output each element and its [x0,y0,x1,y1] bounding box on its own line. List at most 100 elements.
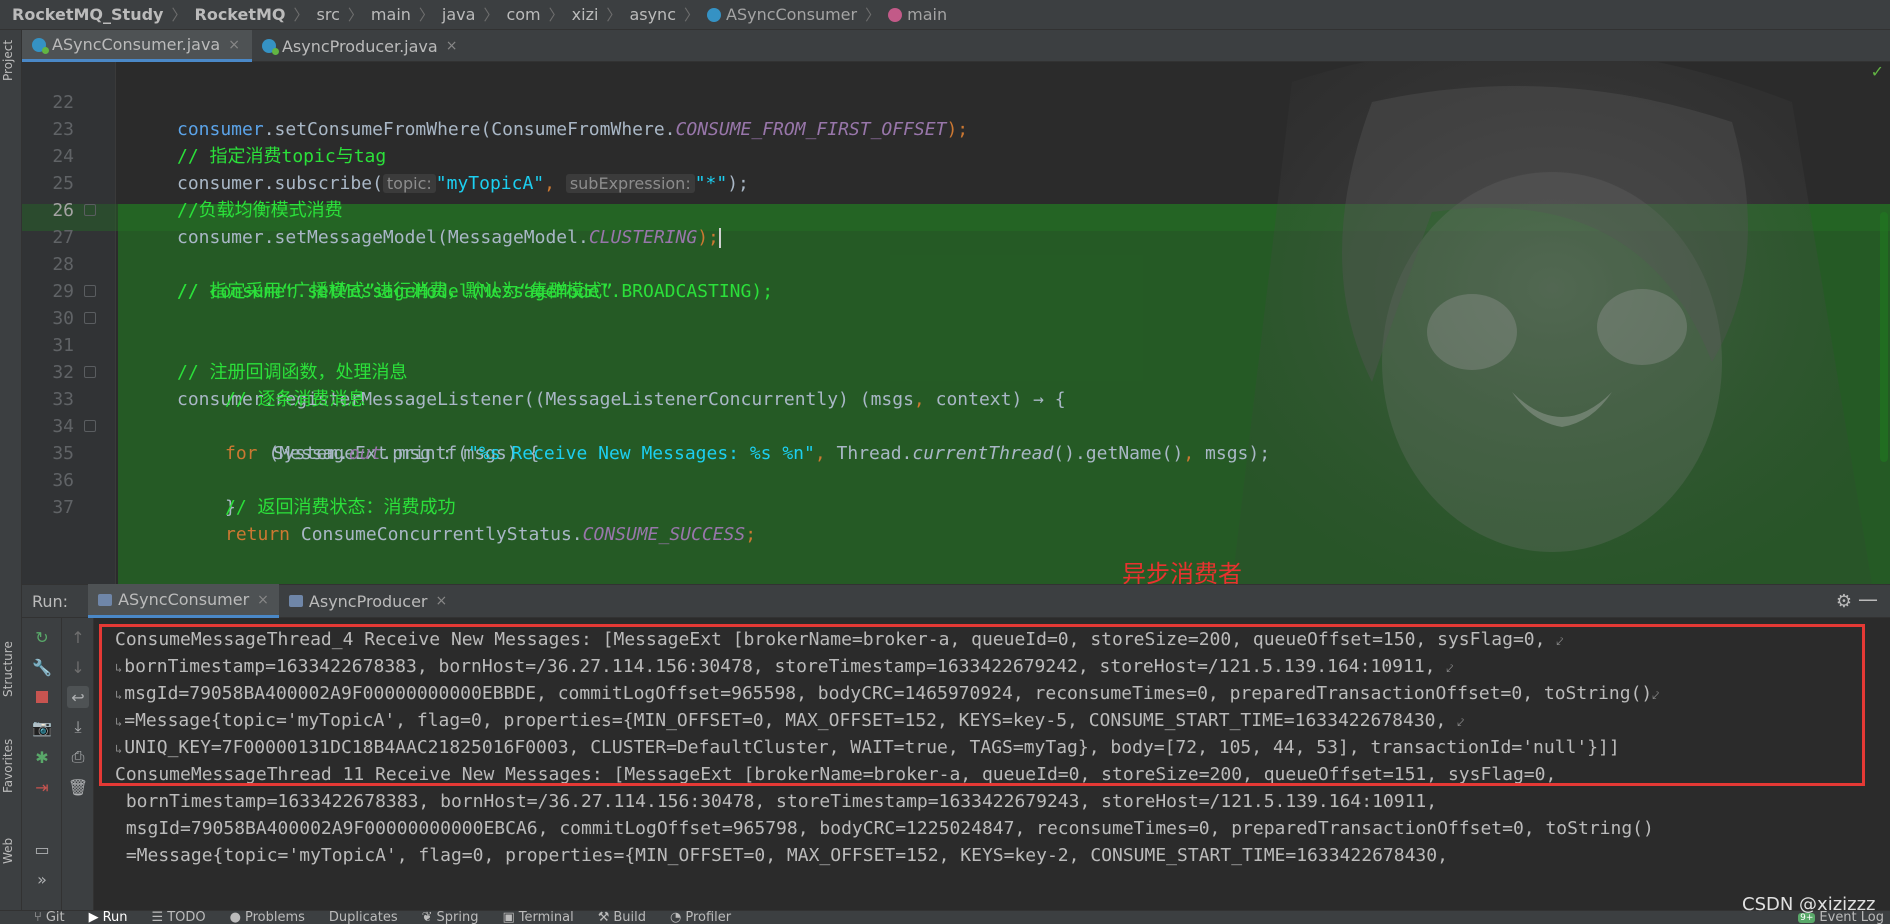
web-tool-tab[interactable]: Web [1,834,21,868]
fold-marker-icon[interactable] [84,420,96,432]
close-icon[interactable]: × [257,592,269,608]
breadcrumb-path-async[interactable]: async [629,5,676,24]
fold-marker-icon[interactable] [84,312,96,324]
run-tab-asyncconsumer[interactable]: ASyncConsumer × [88,584,279,618]
tool-label: Profiler [685,910,732,924]
arrow-down-icon[interactable]: ↓ [67,656,89,678]
code-editor[interactable]: ✓ 22 consumer.setConsumeFromWhere(Consum… [22,62,1890,584]
list-icon: ☰ [151,910,164,924]
code-line: 23 // 指定消费topic与tag [22,89,1890,167]
soft-wrap-icon[interactable]: ↩ [67,686,89,708]
breadcrumb-method[interactable]: main [888,5,947,24]
class-icon [707,7,721,22]
tool-spring[interactable]: ❦ Spring [422,911,479,924]
project-tool-tab[interactable]: Project [1,34,21,86]
tool-terminal[interactable]: ▣ Terminal [502,911,573,924]
tab-label: AsyncProducer.java [281,36,438,56]
code-line: 31 consumer.registerMessageListener((Mes… [22,305,1890,410]
run-panel-header: Run: ASyncConsumer × AsyncProducer × ⚙ — [22,584,1890,618]
tool-problems[interactable]: ● Problems [230,911,305,924]
code-line: 36 // 返回消费状态：消费成功 [22,440,1890,518]
run-config-icon [98,593,113,606]
tool-todo[interactable]: ☰ TODO [152,911,206,924]
breadcrumb-project[interactable]: RocketMQ_Study [12,5,163,24]
favorites-tool-tab[interactable]: Favorites [1,730,21,802]
camera-icon[interactable]: 📷 [31,716,53,738]
gear-icon[interactable]: ⚙ [1836,591,1852,612]
debug-icon[interactable]: ✱ [31,746,53,768]
tool-profiler[interactable]: ◔ Profiler [670,911,731,924]
code-token: ; [745,524,757,545]
fold-marker-icon[interactable] [84,285,96,297]
code-token: ConsumeConcurrentlyStatus. [290,524,583,545]
chevron-right-icon: 〉 [347,6,363,24]
editor-tab-bar: ASyncConsumer.java × AsyncProducer.java … [22,30,1890,62]
breadcrumb-path-java[interactable]: java [442,5,476,24]
method-icon [888,7,903,22]
code-line: 27 // 指定采用“广播模式”进行消费，默认为“集群模式” [22,197,1890,302]
run-label: Run: [32,591,69,611]
tool-git[interactable]: ⑂ Git [34,911,65,924]
tool-label: Spring [436,910,479,924]
run-config-icon [288,595,303,607]
fold-marker-icon[interactable] [84,366,96,378]
code-line: 35 } [22,413,1890,518]
breadcrumb-path-src[interactable]: src [317,5,340,24]
scroll-to-end-icon[interactable]: ⤓ [67,716,89,738]
tool-label: TODO [167,910,206,924]
more-icon[interactable]: » [31,868,53,890]
run-toolbar-secondary: ↑ ↓ ↩ ⤓ ⎙ 🗑 [62,618,94,910]
chevron-right-icon: 〉 [293,6,309,24]
left-tool-stripe: Project Structure Favorites Web [0,30,22,910]
close-icon[interactable]: × [436,593,448,609]
code-line: 32 // 逐条消费消息 [22,332,1890,410]
breadcrumb-module[interactable]: RocketMQ [195,5,286,24]
code-line: 24 consumer.subscribe(topic: "myTopicA", … [22,116,1890,194]
tool-label: Git [45,910,65,924]
structure-tool-label: Structure [1,641,15,697]
favorites-tool-label: Favorites [1,738,15,794]
rerun-icon[interactable]: ↻ [31,626,53,648]
breadcrumb-path-main[interactable]: main [371,5,411,24]
console-output[interactable]: ConsumeMessageThread_4 Receive New Messa… [94,618,1890,910]
stop-icon[interactable] [31,686,53,708]
arrow-up-icon[interactable]: ↑ [67,626,89,648]
tool-label: Build [613,910,647,924]
code-line: 37 return ConsumeConcurrentlyStatus.CONS… [22,467,1890,545]
tool-build[interactable]: ⚒ Build [598,911,646,924]
tool-label: Terminal [518,910,574,924]
close-icon[interactable]: × [446,38,458,54]
minimize-icon[interactable]: — [1858,587,1878,611]
close-icon[interactable]: × [228,37,240,53]
trash-icon[interactable]: 🗑 [67,776,89,798]
code-comment: // 返回消费状态：消费成功 [225,497,456,518]
project-tool-label: Project [1,39,15,81]
tab-asyncproducer-java[interactable]: AsyncProducer.java × [252,30,469,62]
bottom-tool-bar: ⑂ Git ▶ Run ☰ TODO ● Problems Duplicates ❦ Sp… [0,910,1890,924]
run-tab-asyncproducer[interactable]: AsyncProducer × [279,584,457,618]
tab-asyncconsumer-java[interactable]: ASyncConsumer.java × [22,30,252,62]
breadcrumb-path-xizi[interactable]: xizi [572,5,599,24]
chevron-right-icon: 〉 [606,6,622,24]
code-line: 22 consumer.setConsumeFromWhere(ConsumeF… [22,62,1890,140]
exit-icon[interactable]: ⇥ [31,776,53,798]
print-icon[interactable]: ⎙ [67,746,89,768]
wrench-icon[interactable]: 🔧 [31,656,53,678]
tool-duplicates[interactable]: Duplicates [329,911,398,924]
structure-tool-tab[interactable]: Structure [1,630,21,708]
spring-icon: ❦ [421,910,433,924]
web-tool-label: Web [1,837,15,865]
hammer-icon: ⚒ [597,910,610,924]
java-class-icon [32,37,49,54]
layout-icon[interactable]: ▭ [31,838,53,860]
code-keyword: return [225,524,291,545]
watermark-text: CSDN @xizizzz [1742,894,1876,915]
breadcrumb-class-label: ASyncConsumer [726,5,858,24]
fold-marker-icon[interactable] [84,204,96,216]
breadcrumb-method-label: main [907,5,948,24]
warning-icon: ● [229,910,241,924]
breadcrumb-path-com[interactable]: com [506,5,540,24]
breadcrumb-class[interactable]: ASyncConsumer [707,5,857,24]
tool-run[interactable]: ▶ Run [89,911,128,924]
tool-label: Problems [244,910,305,924]
